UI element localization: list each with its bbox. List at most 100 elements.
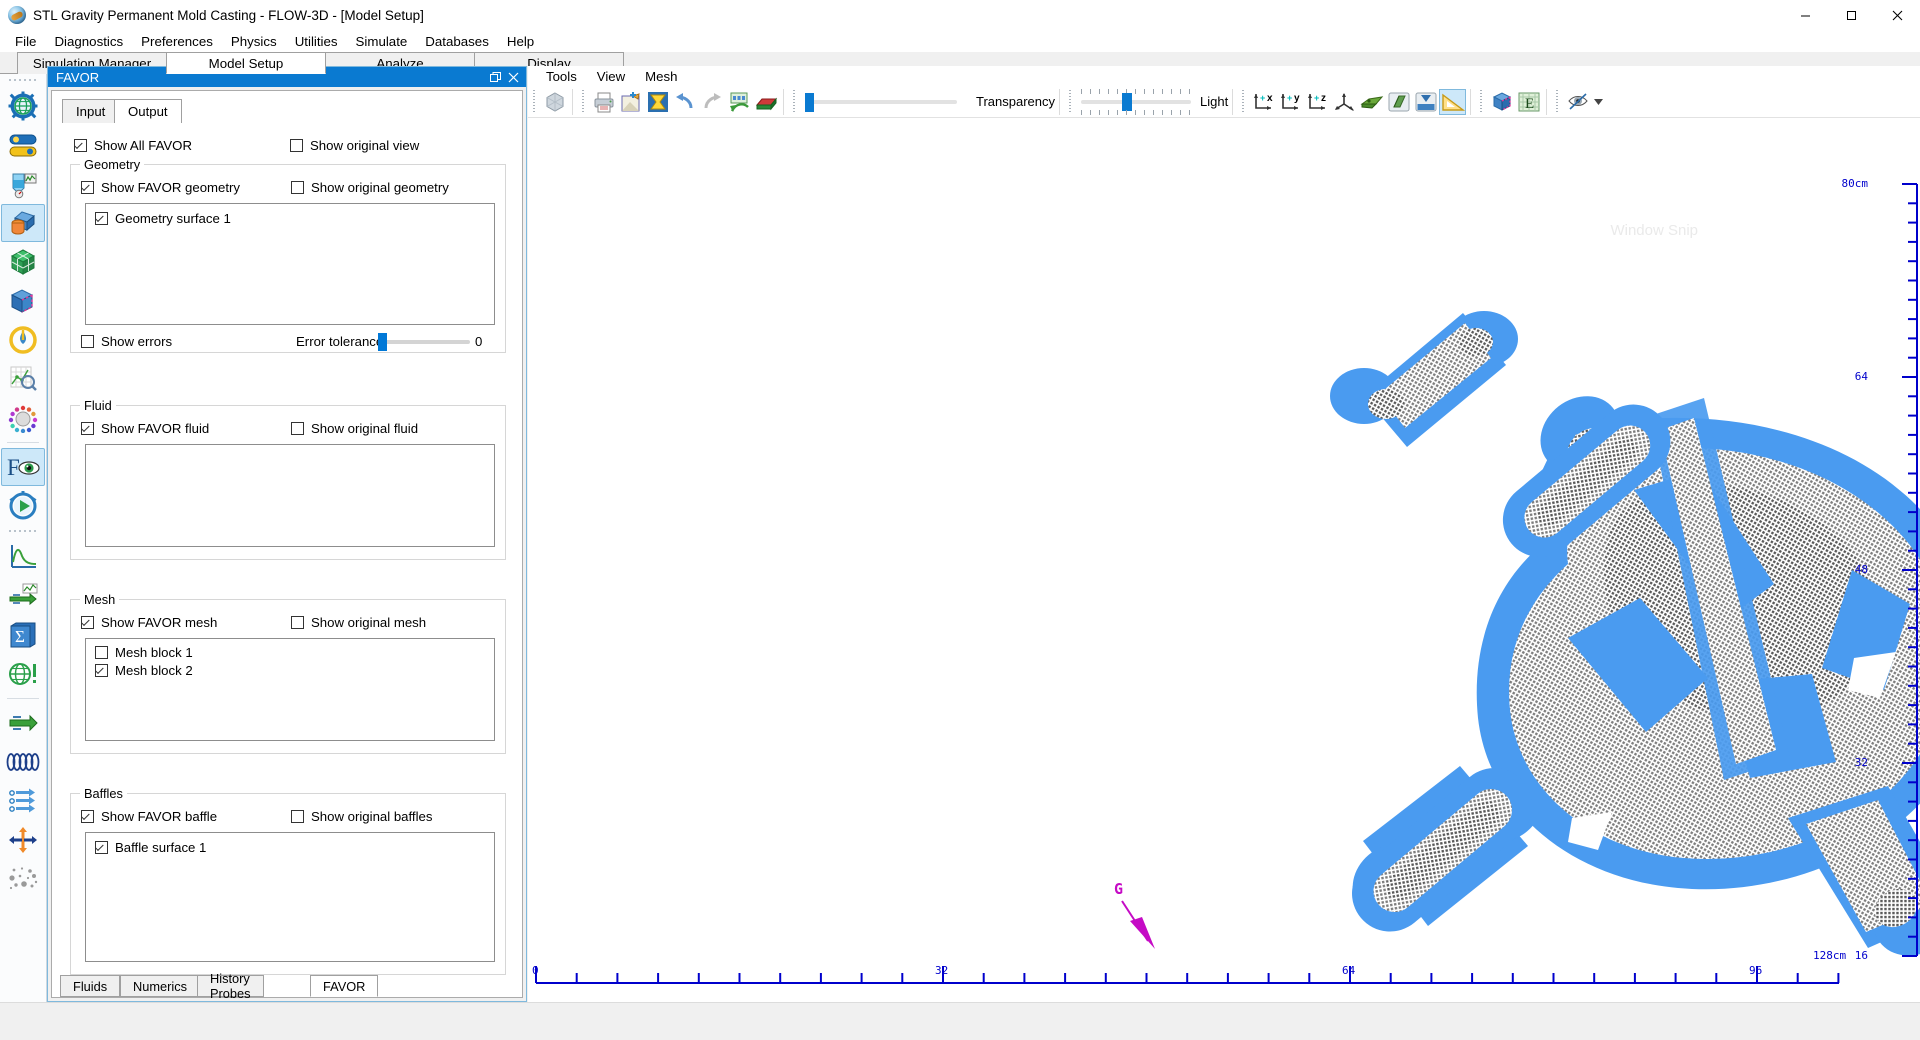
clip-plane-icon[interactable] [1412, 89, 1439, 115]
subtab-output[interactable]: Output [114, 99, 182, 123]
rail-grip[interactable] [9, 76, 37, 85]
show-favor-fluid-row[interactable]: Show FAVOR fluid [81, 421, 209, 436]
show-errors-checkbox[interactable] [81, 335, 94, 348]
minimize-button[interactable] [1782, 0, 1828, 30]
bottom-tab-numerics[interactable]: Numerics [120, 975, 201, 997]
light-slider[interactable] [1077, 88, 1195, 116]
mass-flux-icon[interactable] [1, 704, 45, 742]
view-plus-z-icon[interactable]: + z [1304, 89, 1331, 115]
run-simulation-icon[interactable] [1, 487, 45, 525]
list-item[interactable]: Mesh block 1 [95, 645, 193, 660]
toggles-icon[interactable] [1, 126, 45, 164]
geometry-icon[interactable] [1, 204, 45, 242]
left-icon-rail[interactable]: F Σ [0, 74, 47, 1002]
show-original-view-row[interactable]: Show original view [290, 138, 419, 153]
show-favor-geometry-row[interactable]: Show FAVOR geometry [81, 180, 240, 195]
show-favor-fluid-checkbox[interactable] [81, 422, 94, 435]
light-thumb[interactable] [1122, 92, 1132, 111]
toolbar-grip-2[interactable] [580, 89, 587, 114]
mesh-block-2-checkbox[interactable] [95, 664, 108, 677]
bottom-tab-history-probes[interactable]: History Probes [197, 971, 264, 1001]
snapshot-icon[interactable] [617, 89, 644, 115]
moving-object-icon[interactable] [1, 821, 45, 859]
measure-tool-icon[interactable] [1439, 88, 1467, 115]
show-favor-mesh-checkbox[interactable] [81, 616, 94, 629]
toolbar-grip-7[interactable] [1554, 89, 1562, 114]
show-all-favor-row[interactable]: Show All FAVOR [74, 138, 192, 153]
viewmenu-tools[interactable]: Tools [536, 68, 587, 85]
probe-plot-icon[interactable] [1, 538, 45, 576]
show-original-fluid-row[interactable]: Show original fluid [291, 421, 418, 436]
baffle-list[interactable]: Baffle surface 1 [85, 832, 495, 962]
rail-grip-2[interactable] [9, 527, 37, 536]
isometric-view-icon[interactable] [1331, 89, 1358, 115]
view-plus-x-icon[interactable]: + x [1250, 89, 1277, 115]
toolbar-grip[interactable] [531, 89, 538, 114]
show-original-view-checkbox[interactable] [290, 139, 303, 152]
flux-plot-icon[interactable] [1, 577, 45, 615]
menu-physics[interactable]: Physics [222, 32, 286, 51]
probe-icon[interactable] [1564, 89, 1591, 115]
show-original-fluid-checkbox[interactable] [291, 422, 304, 435]
fit-to-window-icon[interactable] [644, 89, 671, 115]
geometry-surface-list[interactable]: Geometry surface 1 [85, 203, 495, 325]
show-all-favor-checkbox[interactable] [74, 139, 87, 152]
close-button[interactable] [1874, 0, 1920, 30]
show-original-baffles-row[interactable]: Show original baffles [291, 809, 432, 824]
output-icon[interactable] [1, 360, 45, 398]
3d-canvas[interactable]: Window Snip G 80cm 64 48 32 16 0 32 64 9… [528, 118, 1920, 1002]
show-original-geometry-checkbox[interactable] [291, 181, 304, 194]
meshing-icon[interactable] [1, 243, 45, 281]
fluid-list[interactable] [85, 444, 495, 547]
menu-databases[interactable]: Databases [416, 32, 498, 51]
list-item[interactable]: Mesh block 2 [95, 663, 193, 678]
solid-shading-icon[interactable] [1385, 89, 1412, 115]
menu-file[interactable]: File [6, 32, 45, 51]
render-solid-icon[interactable] [541, 89, 568, 115]
print-icon[interactable] [590, 89, 617, 115]
valves-icon[interactable] [1, 782, 45, 820]
close-icon[interactable] [504, 68, 522, 86]
particles-icon[interactable] [1, 860, 45, 898]
menu-utilities[interactable]: Utilities [286, 32, 347, 51]
viewmenu-mesh[interactable]: Mesh [635, 68, 687, 85]
initial-conditions-icon[interactable] [1, 321, 45, 359]
menu-help[interactable]: Help [498, 32, 543, 51]
toolbar-grip-4[interactable] [1067, 89, 1074, 114]
transparency-slider[interactable] [801, 89, 971, 115]
error-tolerance-thumb[interactable] [378, 333, 387, 351]
show-favor-geometry-checkbox[interactable] [81, 181, 94, 194]
show-original-mesh-row[interactable]: Show original mesh [291, 615, 426, 630]
maximize-button[interactable] [1828, 0, 1874, 30]
show-errors-row[interactable]: Show errors [81, 334, 172, 349]
show-original-mesh-checkbox[interactable] [291, 616, 304, 629]
view-plus-y-icon[interactable]: + y [1277, 89, 1304, 115]
summary-icon[interactable]: Σ [1, 616, 45, 654]
viewmenu-view[interactable]: View [587, 68, 635, 85]
error-tolerance-slider[interactable] [378, 333, 470, 351]
fluids-icon[interactable] [1, 165, 45, 203]
subtab-input[interactable]: Input [62, 99, 120, 123]
spreadsheet-icon[interactable]: E [1515, 89, 1542, 115]
show-favor-mesh-row[interactable]: Show FAVOR mesh [81, 615, 217, 630]
geometry-surface-1-checkbox[interactable] [95, 212, 108, 225]
toolbar-grip-5[interactable] [1240, 89, 1248, 114]
menu-simulate[interactable]: Simulate [347, 32, 417, 51]
toolbar-grip-6[interactable] [1478, 89, 1486, 114]
list-item[interactable]: Geometry surface 1 [95, 211, 231, 226]
perspective-icon[interactable] [1358, 89, 1385, 115]
favorized-casting-model[interactable] [528, 118, 1920, 1002]
redo-icon[interactable] [698, 89, 725, 115]
baffle-surface-1-checkbox[interactable] [95, 841, 108, 854]
global-warning-icon[interactable] [1, 655, 45, 693]
spring-icon[interactable] [1, 743, 45, 781]
menu-diagnostics[interactable]: Diagnostics [45, 32, 132, 51]
toolbar-grip-3[interactable] [791, 89, 798, 114]
dropdown-arrow-icon[interactable] [1591, 89, 1605, 115]
show-original-geometry-row[interactable]: Show original geometry [291, 180, 449, 195]
mesh-block-list[interactable]: Mesh block 1 Mesh block 2 [85, 638, 495, 741]
color-bar-icon[interactable] [752, 89, 779, 115]
boundaries-icon[interactable] [1, 282, 45, 320]
list-item[interactable]: Baffle surface 1 [95, 840, 206, 855]
show-original-baffles-checkbox[interactable] [291, 810, 304, 823]
